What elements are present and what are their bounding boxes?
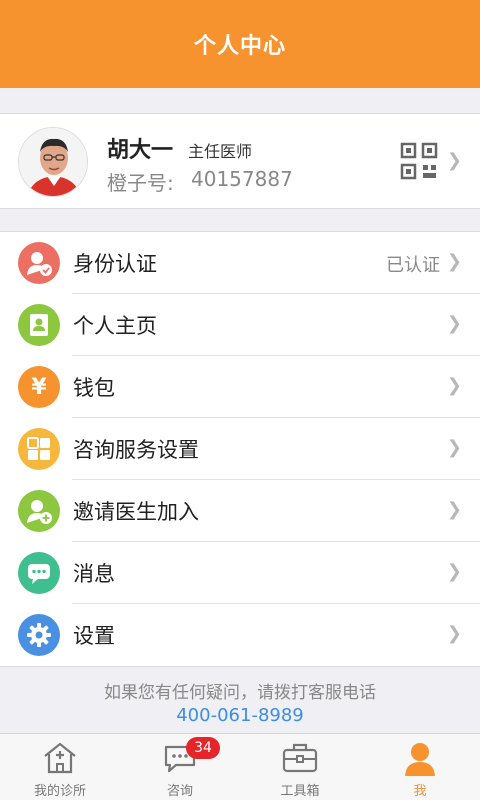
menu-item-consult-settings[interactable]: 咨询服务设置 ❯ xyxy=(0,418,480,480)
verified-status: 已认证 xyxy=(386,255,440,276)
invite-doctor-icon xyxy=(18,490,60,532)
doctor-name: 胡大一 xyxy=(107,138,174,163)
menu-list: 身份认证 已认证 ❯ 个人主页 ❯ ¥ 钱包 ❯ 咨询服务设置 ❯ 邀请医生加入… xyxy=(0,231,480,667)
tab-label: 工具箱 xyxy=(280,784,320,799)
menu-label: 邀请医生加入 xyxy=(73,500,199,524)
clinic-icon xyxy=(42,741,78,779)
chevron-right-icon: ❯ xyxy=(446,437,462,458)
toolbox-icon xyxy=(281,741,319,779)
tab-bar: 我的诊所 咨询 工具箱 我 xyxy=(0,733,480,800)
menu-item-identity[interactable]: 身份认证 已认证 ❯ xyxy=(0,232,480,294)
yen-icon: ¥ xyxy=(18,366,60,408)
menu-item-homepage[interactable]: 个人主页 ❯ xyxy=(0,294,480,356)
tab-label: 我 xyxy=(413,784,427,799)
gear-icon xyxy=(18,614,60,656)
avatar xyxy=(18,127,88,197)
tab-toolbox[interactable]: 工具箱 xyxy=(240,734,360,800)
tab-label: 咨询 xyxy=(166,784,193,799)
menu-label: 钱包 xyxy=(73,376,115,400)
person-icon xyxy=(402,741,438,781)
menu-label: 身份认证 xyxy=(73,252,157,276)
id-label: 橙子号: xyxy=(107,171,174,195)
tab-me[interactable]: 我 xyxy=(360,734,480,800)
menu-item-invite[interactable]: 邀请医生加入 ❯ xyxy=(0,480,480,542)
header-bar: 个人中心 xyxy=(0,0,480,88)
menu-label: 设置 xyxy=(73,624,115,648)
chevron-right-icon: ❯ xyxy=(446,313,462,334)
menu-label: 消息 xyxy=(73,562,115,586)
profile-card-icon xyxy=(18,304,60,346)
tab-label: 我的诊所 xyxy=(33,784,86,799)
chevron-right-icon: ❯ xyxy=(446,561,462,582)
tab-consult[interactable]: 咨询 xyxy=(120,734,240,800)
page-title: 个人中心 xyxy=(193,34,286,59)
tab-my-clinic[interactable]: 我的诊所 xyxy=(0,734,120,800)
doctor-title: 主任医师 xyxy=(188,142,253,161)
id-verify-icon xyxy=(18,242,60,284)
chevron-right-icon: ❯ xyxy=(446,623,462,644)
menu-label: 个人主页 xyxy=(73,314,157,338)
chevron-right-icon: ❯ xyxy=(446,499,462,520)
chevron-right-icon: ❯ xyxy=(446,251,462,272)
menu-item-messages[interactable]: 消息 ❯ xyxy=(0,542,480,604)
consult-badge: 34 xyxy=(186,737,220,759)
chevron-right-icon: ❯ xyxy=(446,150,462,171)
menu-item-settings[interactable]: 设置 ❯ xyxy=(0,604,480,666)
support-note: 如果您有任何疑问，请拨打客服电话 400-061-8989 xyxy=(0,666,480,726)
id-value: 40157887 xyxy=(191,167,293,191)
chevron-right-icon: ❯ xyxy=(446,375,462,396)
menu-item-wallet[interactable]: ¥ 钱包 ❯ xyxy=(0,356,480,418)
support-text: 如果您有任何疑问，请拨打客服电话 xyxy=(104,683,376,703)
qr-code-icon[interactable] xyxy=(400,142,438,184)
support-phone-link[interactable]: 400-061-8989 xyxy=(0,705,480,726)
message-icon xyxy=(18,552,60,594)
grid-settings-icon xyxy=(18,428,60,470)
menu-label: 咨询服务设置 xyxy=(73,438,199,462)
